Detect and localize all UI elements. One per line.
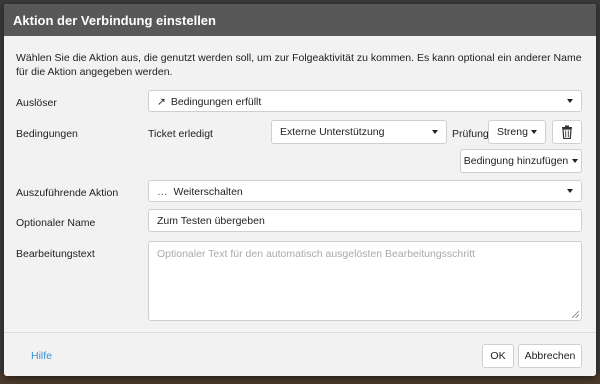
check-mode-select[interactable]: Streng <box>488 120 546 144</box>
add-condition-label: Bedingung hinzufügen <box>463 155 569 167</box>
trash-icon <box>562 125 572 140</box>
condition-value-select[interactable]: Externe Unterstützung <box>271 120 447 144</box>
trigger-label: Auslöser <box>16 97 57 109</box>
trigger-select-value: Bedingungen erfüllt <box>170 96 262 108</box>
optional-name-input[interactable]: Zum Testen übergeben <box>148 209 582 232</box>
chevron-down-icon <box>531 130 537 134</box>
edit-text-textarea[interactable]: Optionaler Text für den automatisch ausg… <box>148 241 582 321</box>
conditions-label: Bedingungen <box>16 128 78 140</box>
resize-handle-icon[interactable] <box>572 311 579 318</box>
action-ellipsis-icon: … <box>157 186 168 198</box>
add-condition-button[interactable]: Bedingung hinzufügen <box>460 149 582 173</box>
action-select[interactable]: … Weiterschalten <box>148 180 582 202</box>
check-mode-text: Streng <box>497 126 528 138</box>
action-select-value: Weiterschalten <box>173 186 243 198</box>
delete-condition-button[interactable] <box>552 120 582 144</box>
chevron-down-icon <box>432 130 438 134</box>
help-link[interactable]: Hilfe <box>31 350 52 362</box>
dialog-footer: Hilfe OK Abbrechen <box>4 332 596 376</box>
action-label: Auszuführende Aktion <box>16 187 119 199</box>
trigger-select[interactable]: ↗ Bedingungen erfüllt <box>148 90 582 112</box>
check-label: Prüfung <box>452 128 489 140</box>
edit-text-placeholder: Optionaler Text für den automatisch ausg… <box>157 248 475 260</box>
condition-subject: Ticket erledigt <box>148 128 213 140</box>
edit-text-label: Bearbeitungstext <box>16 248 95 260</box>
ok-button[interactable]: OK <box>482 344 514 368</box>
dialog-intro-text: Wählen Sie die Aktion aus, die genutzt w… <box>16 52 582 78</box>
connection-action-dialog: Aktion der Verbindung einstellen Wählen … <box>4 4 596 376</box>
chevron-down-icon <box>567 189 573 193</box>
condition-value-text: Externe Unterstützung <box>280 126 385 138</box>
optional-name-label: Optionaler Name <box>16 217 96 229</box>
chevron-down-icon <box>567 99 573 103</box>
caret-down-icon <box>572 159 579 164</box>
trigger-flow-icon: ↗ <box>157 96 166 108</box>
cancel-button[interactable]: Abbrechen <box>518 344 582 368</box>
dialog-title: Aktion der Verbindung einstellen <box>4 4 596 36</box>
